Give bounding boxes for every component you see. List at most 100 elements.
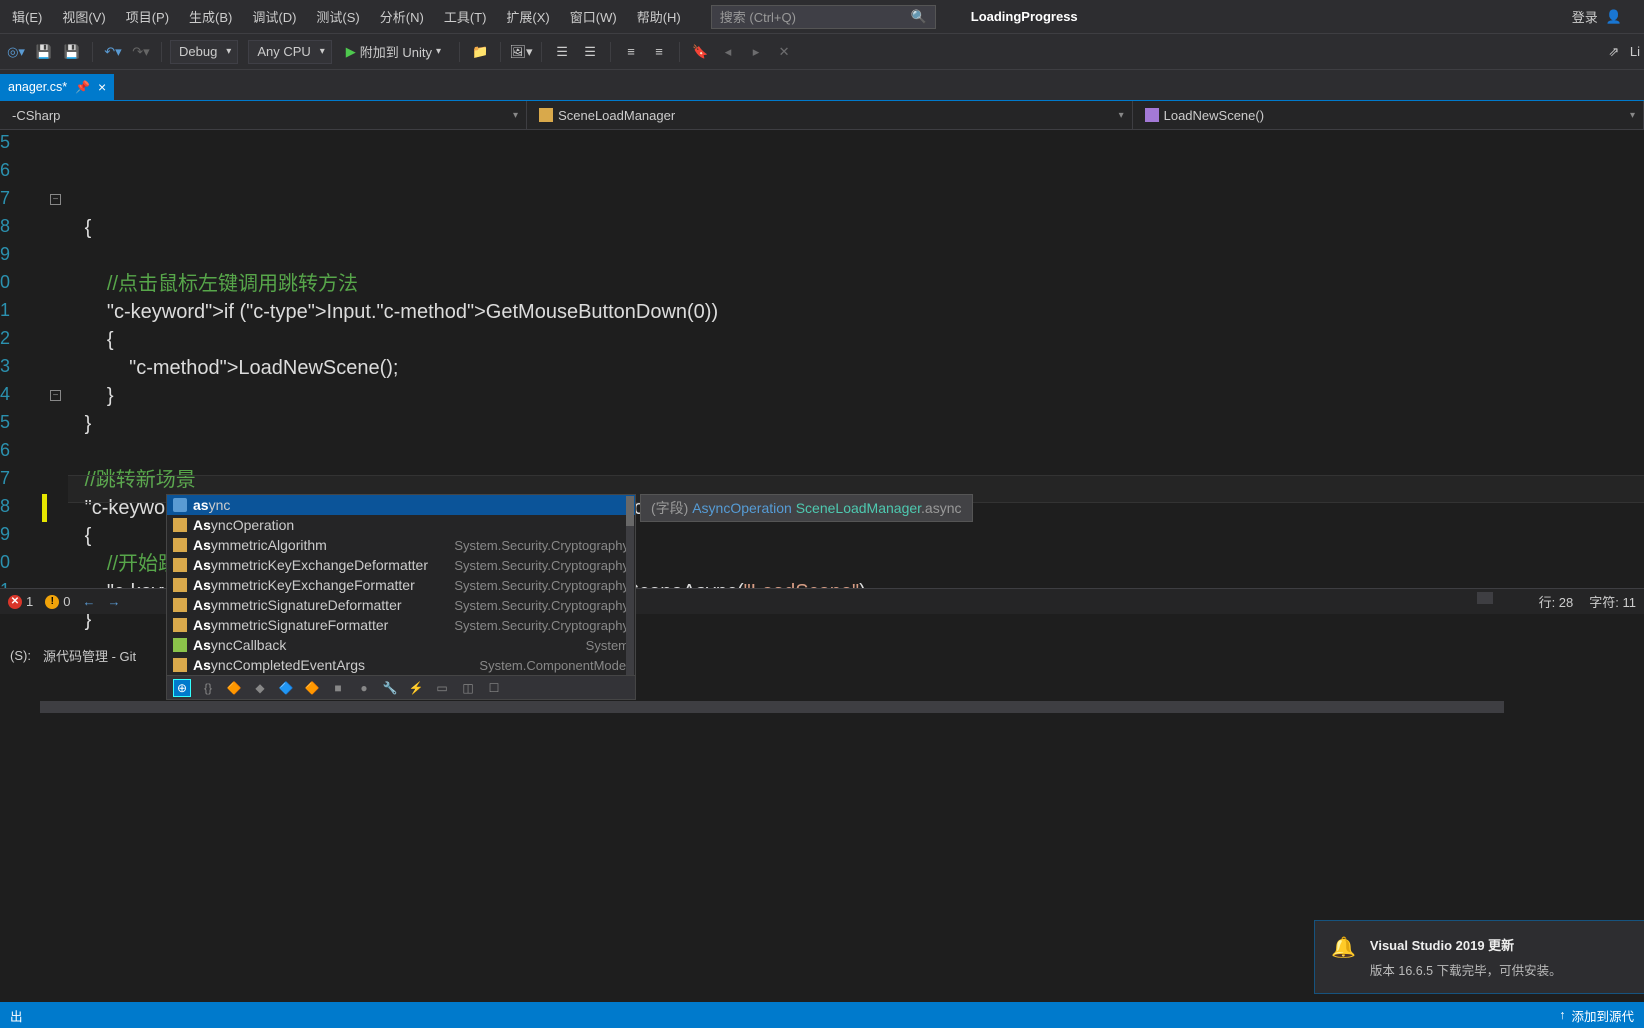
autocomplete-item[interactable]: AsymmetricKeyExchangeDeformatterSystem.S… bbox=[167, 555, 635, 575]
tooltip-member: .async bbox=[921, 500, 961, 516]
code-line[interactable]: "c-keyword">if ("c-type">Input."c-method… bbox=[68, 298, 1644, 326]
menu-help[interactable]: 帮助(H) bbox=[627, 0, 691, 33]
menu-project[interactable]: 项目(P) bbox=[116, 0, 179, 33]
menu-extensions[interactable]: 扩展(X) bbox=[496, 0, 559, 33]
bookmark-clear[interactable]: ✕ bbox=[772, 40, 796, 64]
dropdown-icon: ▾ bbox=[436, 46, 441, 57]
indent-button[interactable]: ≡ bbox=[619, 40, 643, 64]
filter-button[interactable]: ⚡ bbox=[407, 679, 425, 697]
filter-button[interactable]: 🔷 bbox=[277, 679, 295, 697]
change-marker bbox=[42, 494, 47, 522]
global-search[interactable]: 搜索 (Ctrl+Q) 🔍 bbox=[711, 5, 936, 29]
struct-icon bbox=[173, 638, 187, 652]
outdent-button[interactable]: ≡ bbox=[647, 40, 671, 64]
menu-debug[interactable]: 调试(D) bbox=[242, 0, 306, 33]
bookmark-button[interactable]: 🔖 bbox=[688, 40, 712, 64]
redo-button[interactable]: ↷▾ bbox=[129, 40, 153, 64]
uncomment-button[interactable]: ☰ bbox=[578, 40, 602, 64]
autocomplete-item[interactable]: AsymmetricKeyExchangeFormatterSystem.Sec… bbox=[167, 575, 635, 595]
filter-button[interactable]: ☐ bbox=[485, 679, 503, 697]
sc-value[interactable]: 源代码管理 - Git bbox=[43, 646, 136, 665]
nav-forward-button[interactable]: → bbox=[107, 594, 120, 609]
save-button[interactable]: 💾 bbox=[32, 40, 56, 64]
autocomplete-item[interactable]: AsymmetricSignatureFormatterSystem.Secur… bbox=[167, 615, 635, 635]
platform-dropdown[interactable]: Any CPU bbox=[248, 40, 331, 64]
autocomplete-popup[interactable]: asyncAsyncOperationAsymmetricAlgorithmSy… bbox=[166, 494, 636, 700]
fold-toggle[interactable]: − bbox=[50, 390, 61, 401]
status-right[interactable]: ↑ 添加到源代 bbox=[1559, 1006, 1634, 1025]
code-line[interactable] bbox=[68, 242, 1644, 270]
code-line[interactable]: { bbox=[68, 214, 1644, 242]
class-icon bbox=[173, 618, 187, 632]
filter-button[interactable]: ◆ bbox=[251, 679, 269, 697]
filter-button[interactable]: ◫ bbox=[459, 679, 477, 697]
update-notification[interactable]: 🔔 Visual Studio 2019 更新 版本 16.6.5 下载完毕，可… bbox=[1314, 920, 1644, 994]
menu-view[interactable]: 视图(V) bbox=[52, 0, 115, 33]
new-item-button[interactable]: ◎▾ bbox=[4, 40, 28, 64]
menu-analyze[interactable]: 分析(N) bbox=[370, 0, 434, 33]
tool-icon-2[interactable]: 🖼▾ bbox=[509, 40, 533, 64]
autocomplete-item[interactable]: AsyncOperation bbox=[167, 515, 635, 535]
filter-button[interactable]: {} bbox=[199, 679, 217, 697]
bookmark-nav-1[interactable]: ◂ bbox=[716, 40, 740, 64]
code-editor[interactable]: 56789012345678901 − − { //点击鼠标左键调用跳转方法 "… bbox=[0, 130, 1644, 650]
code-line[interactable]: //点击鼠标左键调用跳转方法 bbox=[68, 270, 1644, 298]
tool-icon-1[interactable]: 📁 bbox=[468, 40, 492, 64]
nav-scope[interactable]: -CSharp bbox=[0, 101, 527, 129]
document-tabs: anager.cs* 📌 × bbox=[0, 70, 1644, 100]
tab-active[interactable]: anager.cs* 📌 × bbox=[0, 74, 114, 100]
close-icon[interactable]: × bbox=[98, 79, 106, 95]
scroll-thumb-h[interactable] bbox=[1477, 592, 1493, 604]
menu-window[interactable]: 窗口(W) bbox=[560, 0, 627, 33]
filter-button[interactable]: 🔶 bbox=[225, 679, 243, 697]
autocomplete-item[interactable]: AsyncCompletedEventArgsSystem.ComponentM… bbox=[167, 655, 635, 675]
code-line[interactable]: { bbox=[68, 326, 1644, 354]
filter-button[interactable]: 🔶 bbox=[303, 679, 321, 697]
autocomplete-item[interactable]: async bbox=[167, 495, 635, 515]
menu-tools[interactable]: 工具(T) bbox=[434, 0, 497, 33]
pin-icon[interactable]: 📌 bbox=[75, 80, 90, 94]
class-icon bbox=[173, 578, 187, 592]
code-line[interactable]: } bbox=[68, 382, 1644, 410]
autocomplete-scrollbar[interactable] bbox=[626, 496, 634, 675]
menu-edit[interactable]: 辑(E) bbox=[2, 0, 52, 33]
error-count[interactable]: ✕ 1 bbox=[8, 594, 33, 609]
attach-debugger-button[interactable]: ▶ 附加到 Unity ▾ bbox=[336, 40, 451, 63]
scroll-thumb[interactable] bbox=[626, 496, 634, 526]
menu-build[interactable]: 生成(B) bbox=[179, 0, 242, 33]
nav-method[interactable]: LoadNewScene() bbox=[1133, 101, 1644, 129]
autocomplete-item[interactable]: AsyncCallbackSystem bbox=[167, 635, 635, 655]
completion-name: AsymmetricAlgorithm bbox=[193, 537, 327, 553]
comment-button[interactable]: ☰ bbox=[550, 40, 574, 64]
code-line[interactable]: } bbox=[68, 410, 1644, 438]
tooltip-type: AsyncOperation bbox=[692, 500, 796, 516]
horizontal-scrollbar[interactable] bbox=[40, 701, 1504, 713]
undo-button[interactable]: ↶▾ bbox=[101, 40, 125, 64]
sc-label: (S): bbox=[10, 648, 31, 663]
code-line[interactable]: "c-method">LoadNewScene(); bbox=[68, 354, 1644, 382]
line-number: 行: 28 bbox=[1539, 592, 1574, 611]
separator bbox=[459, 42, 460, 62]
completion-namespace: System.ComponentModel bbox=[479, 658, 629, 673]
code-line[interactable] bbox=[68, 438, 1644, 466]
filter-button[interactable]: 🔧 bbox=[381, 679, 399, 697]
nav-back-button[interactable]: ← bbox=[82, 594, 95, 609]
warning-count[interactable]: ! 0 bbox=[45, 594, 70, 609]
fold-toggle[interactable]: − bbox=[50, 194, 61, 205]
nav-class[interactable]: SceneLoadManager bbox=[527, 101, 1133, 129]
filter-button[interactable]: ■ bbox=[329, 679, 347, 697]
filter-button[interactable]: ● bbox=[355, 679, 373, 697]
live-share-icon[interactable]: ⇗ bbox=[1602, 40, 1626, 64]
filter-button[interactable]: ▭ bbox=[433, 679, 451, 697]
build-config-dropdown[interactable]: Debug bbox=[170, 40, 238, 64]
class-icon bbox=[173, 658, 187, 672]
filter-button[interactable]: ⊕ bbox=[173, 679, 191, 697]
save-all-button[interactable]: 💾 bbox=[60, 40, 84, 64]
bookmark-nav-2[interactable]: ▸ bbox=[744, 40, 768, 64]
nav-class-label: SceneLoadManager bbox=[558, 108, 675, 123]
menu-test[interactable]: 测试(S) bbox=[306, 0, 369, 33]
autocomplete-item[interactable]: AsymmetricSignatureDeformatterSystem.Sec… bbox=[167, 595, 635, 615]
account-area[interactable]: 登录 👤 bbox=[1572, 7, 1622, 26]
autocomplete-item[interactable]: AsymmetricAlgorithmSystem.Security.Crypt… bbox=[167, 535, 635, 555]
bell-icon: 🔔 bbox=[1331, 935, 1356, 979]
